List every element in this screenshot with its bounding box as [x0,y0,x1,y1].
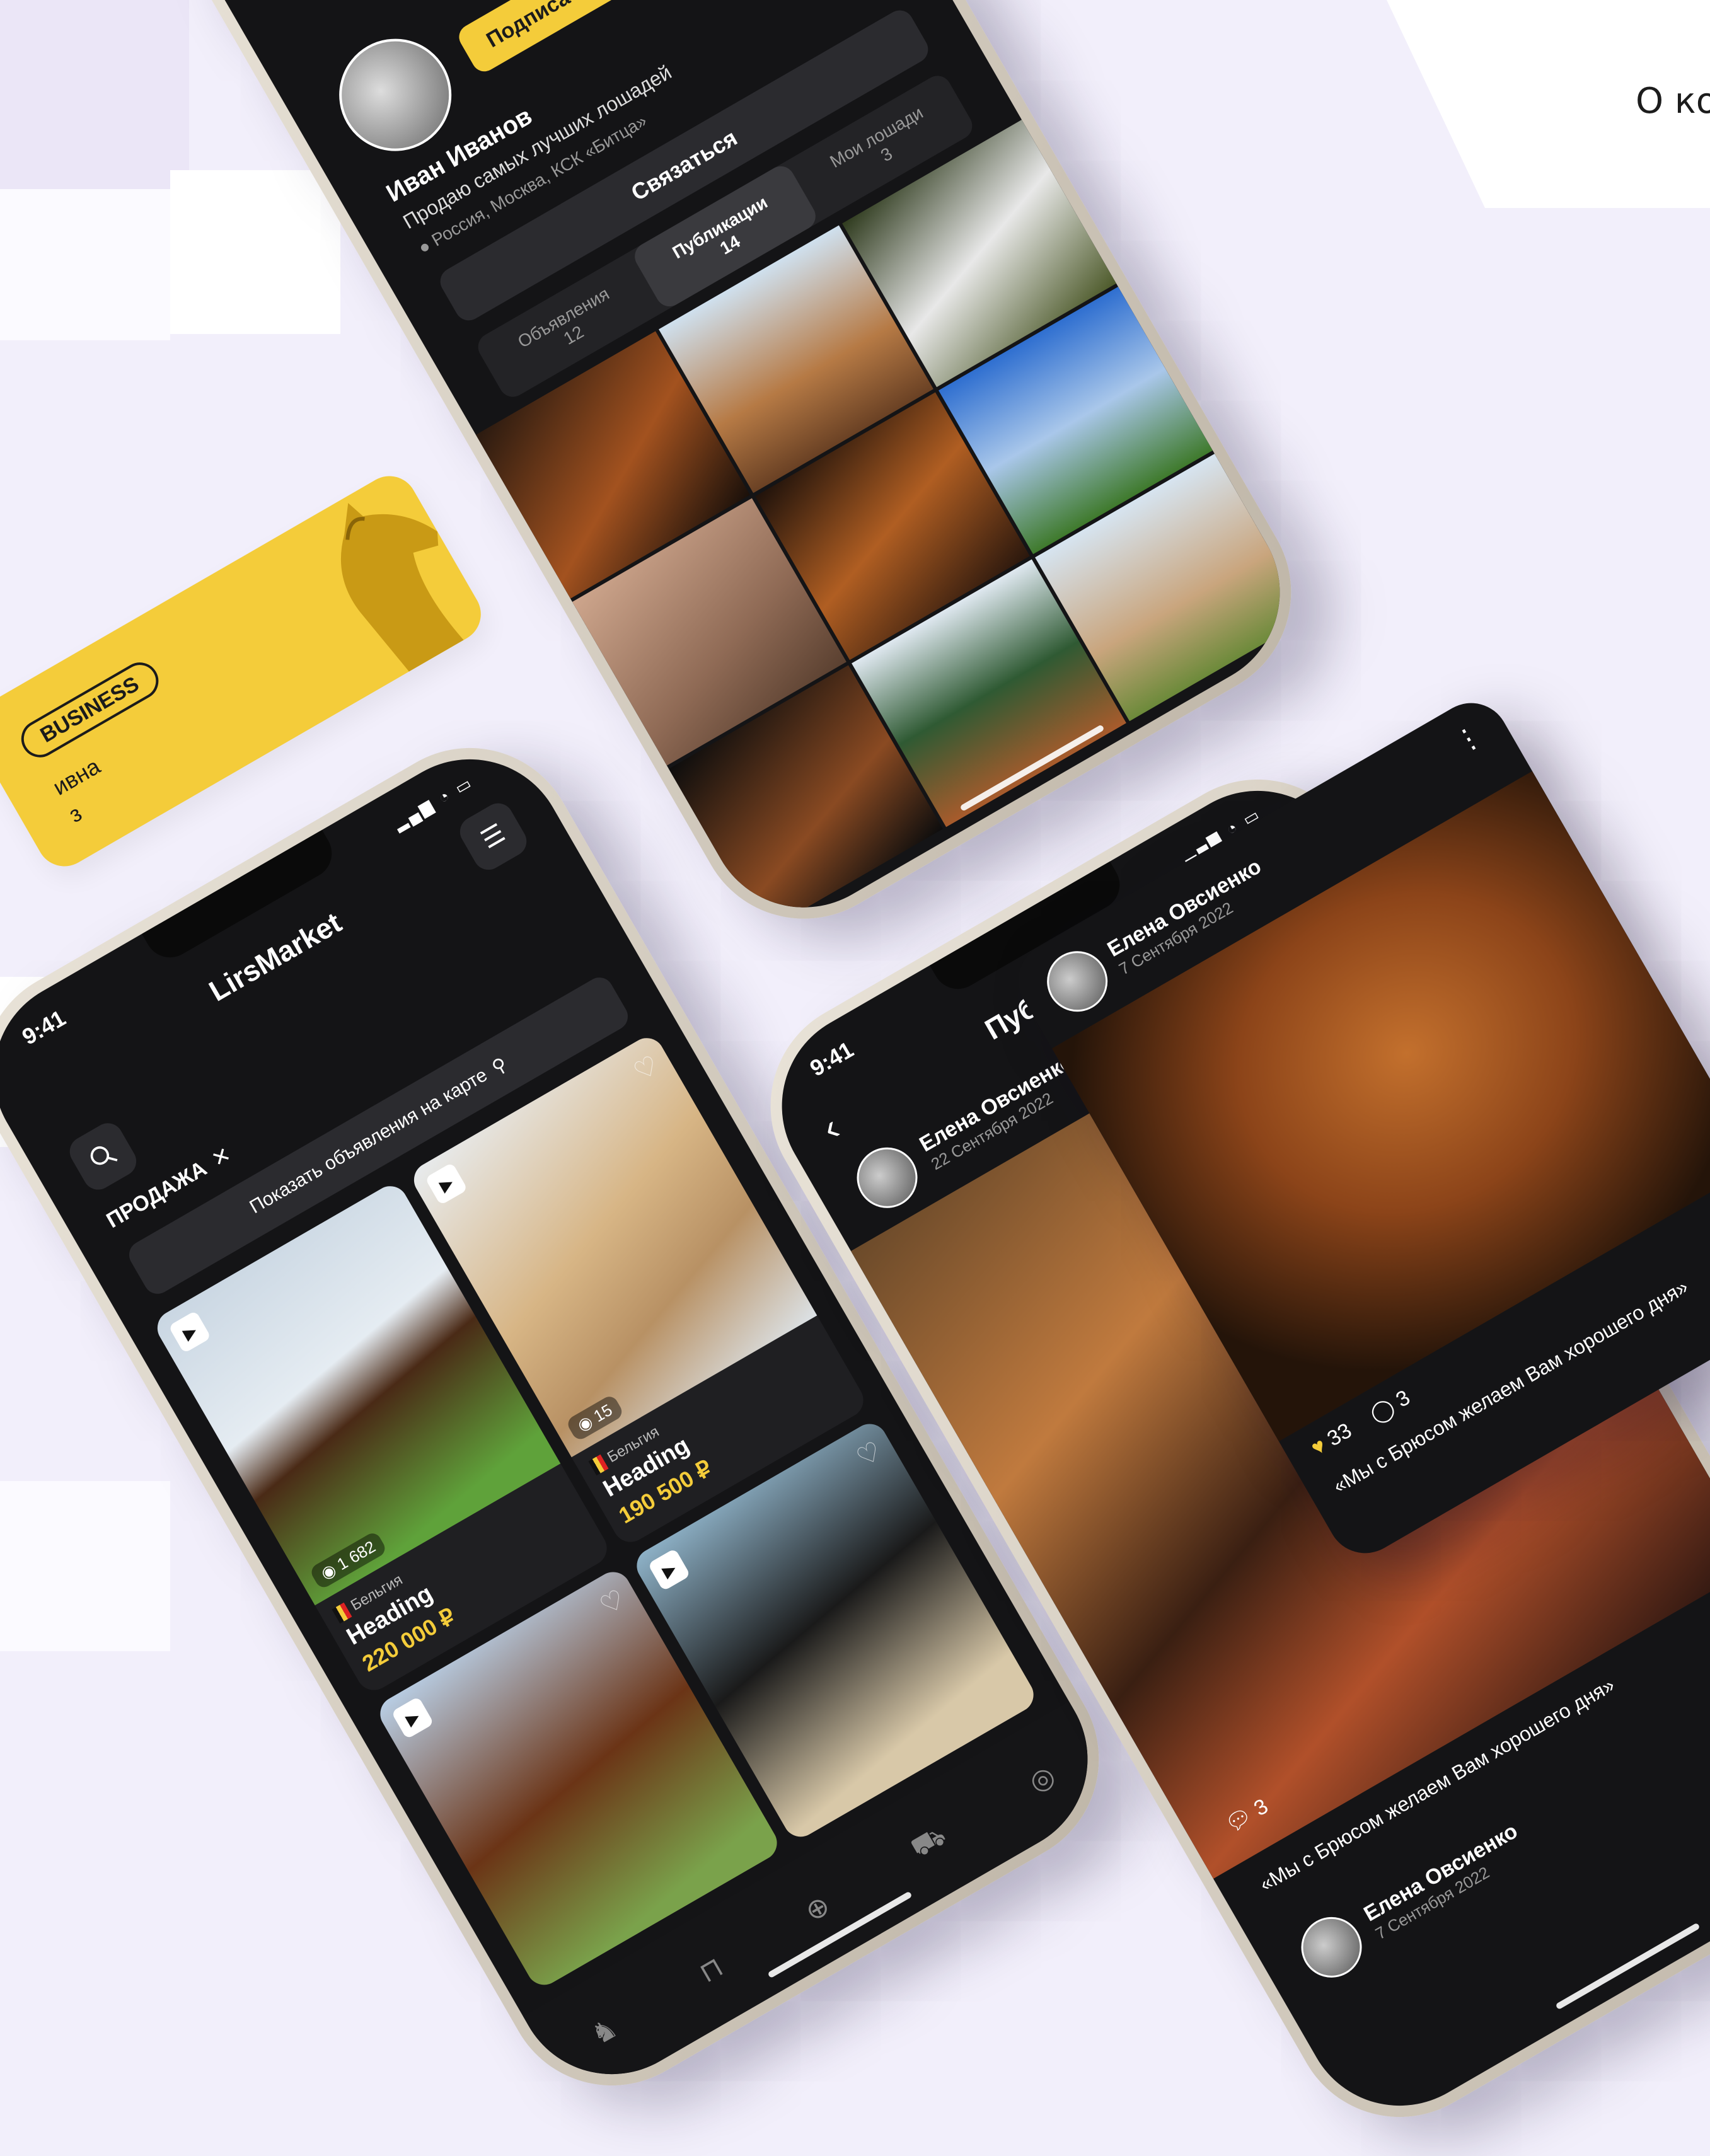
plus-circle-icon[interactable]: ⊕ [799,1889,835,1928]
view-count-value: 1 682 [333,1536,379,1574]
play-icon[interactable]: ▶ [424,1162,468,1206]
heart-icon[interactable]: ♡ [594,1583,630,1622]
search-button[interactable] [64,1117,142,1196]
bg-square [0,0,189,189]
flag-icon [588,1454,609,1476]
status-time: 9:41 [17,1005,70,1050]
status-time: 9:41 [805,1036,858,1081]
corner-text: О ко [1636,81,1710,122]
home-indicator [1555,1922,1701,2010]
map-pin-icon: ⚲ [488,1053,511,1078]
more-icon[interactable]: ⋮ [1448,718,1489,760]
profile-screen: Подписаться Иван Иванов Продаю самых луч… [144,0,1315,943]
follow-button[interactable]: Подписаться [454,0,644,76]
business-badge: BUSINESS [14,655,165,764]
close-icon[interactable]: ✕ [207,1143,235,1172]
profile-icon[interactable]: ◎ [1024,1759,1061,1799]
bg-square [170,170,340,334]
heart-icon[interactable]: ♡ [628,1049,664,1087]
horse-head-icon[interactable]: ♞ [586,2012,623,2052]
business-card-line: ивна [48,752,105,800]
tab-label: Мои лошади [826,102,927,172]
play-icon[interactable]: ▶ [168,1310,212,1354]
golden-horse-image [341,503,464,672]
phone-profile: Подписаться Иван Иванов Продаю самых луч… [129,0,1331,958]
shopping-bag-icon[interactable]: ⊓ [694,1951,729,1989]
avatar[interactable] [1290,1906,1373,1989]
avatar[interactable] [1036,940,1119,1023]
heart-icon[interactable]: ♡ [851,1435,887,1473]
bg-square [0,189,170,340]
business-card-line: з [64,800,86,828]
comment-button[interactable]: ◯ 3 [1366,1385,1415,1428]
sliders-icon: ☰ [477,819,511,855]
tab-count: 3 [877,143,896,166]
bg-square [0,1481,170,1651]
play-icon[interactable]: ▶ [391,1696,434,1739]
search-icon [90,1146,118,1165]
play-icon[interactable]: ▶ [647,1548,691,1591]
avatar[interactable] [845,1136,929,1219]
truck-icon[interactable]: ⛟ [906,1819,954,1867]
tab-label: Объявления [514,284,613,352]
tab-label: Публикации [669,192,771,263]
flag-icon [332,1602,352,1624]
like-button[interactable]: ♥ 33 [1307,1419,1356,1461]
